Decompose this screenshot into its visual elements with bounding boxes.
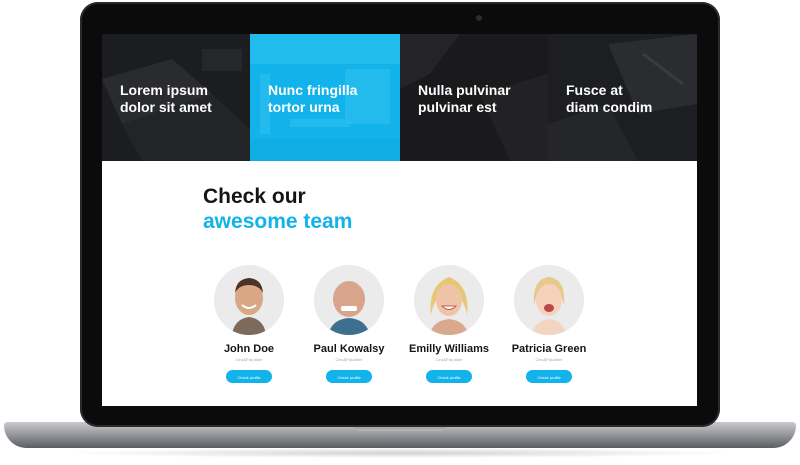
laptop-shadow	[60, 448, 740, 458]
hero-caption: Fusce at diam condim	[566, 82, 653, 115]
hero-tile-3[interactable]: Nulla pulvinar pulvinar est	[400, 34, 548, 161]
hero-caption: Nulla pulvinar pulvinar est	[418, 82, 511, 115]
hero-tile-1[interactable]: Lorem ipsum dolor sit amet	[102, 34, 250, 161]
team-member-card: Paul Kowalsy Ceo&Founder Check profile	[294, 265, 404, 383]
team-member-card: Patricia Green Ceo&Founder Check profile	[494, 265, 604, 383]
check-profile-button[interactable]: Check profile	[326, 370, 372, 383]
team-heading-line2: awesome team	[203, 210, 353, 233]
check-profile-button[interactable]: Check profile	[426, 370, 472, 383]
member-name: Patricia Green	[511, 343, 587, 355]
team-heading-line1: Check our	[203, 185, 306, 208]
avatar	[414, 265, 484, 335]
member-name: Emilly Williams	[409, 343, 489, 355]
hero-caption: Nunc fringilla tortor urna	[268, 82, 358, 115]
member-name: Paul Kowalsy	[313, 343, 385, 355]
camera-icon	[476, 15, 482, 21]
avatar	[314, 265, 384, 335]
website-screen: Lorem ipsum dolor sit amet Nunc fringill…	[102, 34, 697, 406]
team-member-card: John Doe Ceo&Founder Check profile	[194, 265, 304, 383]
member-name: John Doe	[223, 343, 275, 355]
hero-caption: Lorem ipsum dolor sit amet	[120, 82, 212, 115]
person-avatar-icon	[314, 265, 384, 335]
member-role: Ceo&Founder	[235, 357, 263, 362]
member-role: Ceo&Founder	[435, 357, 463, 362]
avatar	[514, 265, 584, 335]
person-avatar-icon	[214, 265, 284, 335]
avatar	[214, 265, 284, 335]
person-avatar-icon	[514, 265, 584, 335]
team-heading: Check our awesome team	[203, 184, 352, 234]
check-profile-button[interactable]: Check profile	[226, 370, 272, 383]
hero-tile-4[interactable]: Fusce at diam condim	[548, 34, 697, 161]
person-avatar-icon	[414, 265, 484, 335]
member-role: Ceo&Founder	[535, 357, 563, 362]
hero-tiles: Lorem ipsum dolor sit amet Nunc fringill…	[102, 34, 697, 161]
hero-tile-2[interactable]: Nunc fringilla tortor urna	[250, 34, 400, 161]
check-profile-button[interactable]: Check profile	[526, 370, 572, 383]
team-member-card: Emilly Williams Ceo&Founder Check profil…	[394, 265, 504, 383]
member-role: Ceo&Founder	[335, 357, 363, 362]
